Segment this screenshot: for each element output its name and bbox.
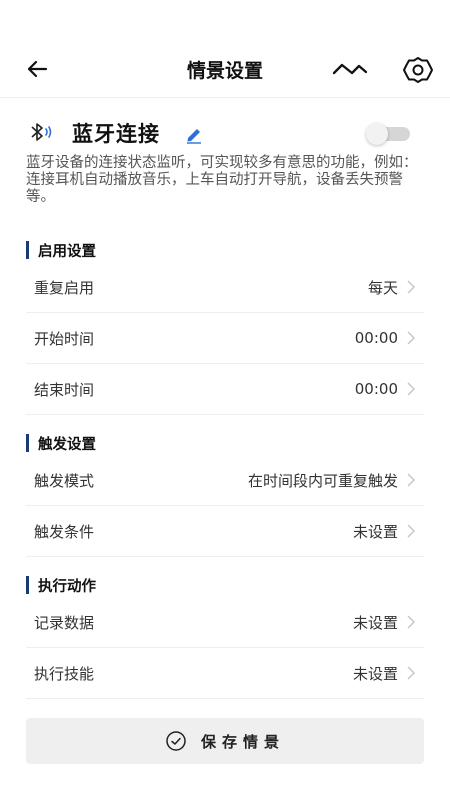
row-trigger-condition[interactable]: 触发条件 未设置 xyxy=(26,506,424,557)
check-circle-icon xyxy=(166,731,186,751)
section-title-text: 启用设置 xyxy=(38,243,96,260)
section-accent-bar xyxy=(26,576,29,594)
row-value-group: 在时间段内可重复触发 xyxy=(248,470,416,491)
row-label: 记录数据 xyxy=(34,613,95,632)
row-value-group: 每天 xyxy=(368,277,416,298)
row-execute-skill[interactable]: 执行技能 未设置 xyxy=(26,648,424,699)
row-label: 触发模式 xyxy=(34,471,95,490)
row-value: 未设置 xyxy=(352,613,398,632)
row-value: 每天 xyxy=(367,278,398,297)
save-scene-button[interactable]: 保存情景 xyxy=(26,718,424,764)
section-title: 执行动作 xyxy=(26,574,424,596)
bluetooth-icon xyxy=(31,123,52,141)
toggle-knob xyxy=(366,123,388,145)
section-action: 执行动作 记录数据 未设置 执行技能 未设置 xyxy=(26,574,424,699)
row-end-time[interactable]: 结束时间 00:00 xyxy=(26,364,424,415)
save-button-label: 保存情景 xyxy=(200,732,285,751)
row-value-group: 00:00 xyxy=(355,329,416,347)
row-value-group: 未设置 xyxy=(353,663,416,684)
row-label: 执行技能 xyxy=(34,664,95,683)
chevron-right-icon xyxy=(407,473,416,487)
section-enable: 启用设置 重复启用 每天 开始时间 00:00 结束时间 00:00 xyxy=(26,239,424,415)
scene-name: 蓝牙连接 xyxy=(72,122,160,146)
scene-header: 蓝牙连接 xyxy=(26,116,424,150)
scene-enable-toggle[interactable] xyxy=(366,122,410,145)
section-trigger: 触发设置 触发模式 在时间段内可重复触发 触发条件 未设置 xyxy=(26,432,424,557)
arrow-left-icon[interactable] xyxy=(22,54,52,84)
row-value: 未设置 xyxy=(352,664,398,683)
chevron-right-icon xyxy=(407,615,416,629)
pencil-icon[interactable] xyxy=(184,124,204,144)
section-title-text: 执行动作 xyxy=(38,578,96,595)
row-value: 在时间段内可重复触发 xyxy=(247,471,398,490)
section-accent-bar xyxy=(26,434,29,452)
row-value-group: 未设置 xyxy=(353,612,416,633)
page-title: 情景设置 xyxy=(186,60,263,82)
gear-icon[interactable] xyxy=(402,54,434,86)
chevron-right-icon xyxy=(407,280,416,294)
row-value-group: 00:00 xyxy=(355,380,416,398)
chevron-right-icon xyxy=(407,331,416,345)
section-title: 触发设置 xyxy=(26,432,424,454)
row-value: 00:00 xyxy=(354,380,398,398)
section-title: 启用设置 xyxy=(26,239,424,261)
row-value: 未设置 xyxy=(352,522,398,541)
chevron-right-icon xyxy=(407,382,416,396)
row-repeat[interactable]: 重复启用 每天 xyxy=(26,262,424,313)
section-title-text: 触发设置 xyxy=(38,436,96,453)
row-label: 开始时间 xyxy=(34,329,95,348)
header-divider xyxy=(0,97,450,98)
top-bar: 情景设置 xyxy=(0,42,450,96)
row-start-time[interactable]: 开始时间 00:00 xyxy=(26,313,424,364)
section-accent-bar xyxy=(26,241,29,259)
row-trigger-mode[interactable]: 触发模式 在时间段内可重复触发 xyxy=(26,455,424,506)
row-value: 00:00 xyxy=(354,329,398,347)
wave-chart-icon[interactable] xyxy=(332,56,368,82)
row-label: 触发条件 xyxy=(34,522,95,541)
chevron-right-icon xyxy=(407,524,416,538)
row-label: 结束时间 xyxy=(34,380,95,399)
row-value-group: 未设置 xyxy=(353,521,416,542)
row-label: 重复启用 xyxy=(34,278,95,297)
scene-description: 蓝牙设备的连接状态监听，可实现较多有意思的功能，例如：连接耳机自动播放音乐，上车… xyxy=(26,155,418,205)
row-record-data[interactable]: 记录数据 未设置 xyxy=(26,597,424,648)
chevron-right-icon xyxy=(407,666,416,680)
